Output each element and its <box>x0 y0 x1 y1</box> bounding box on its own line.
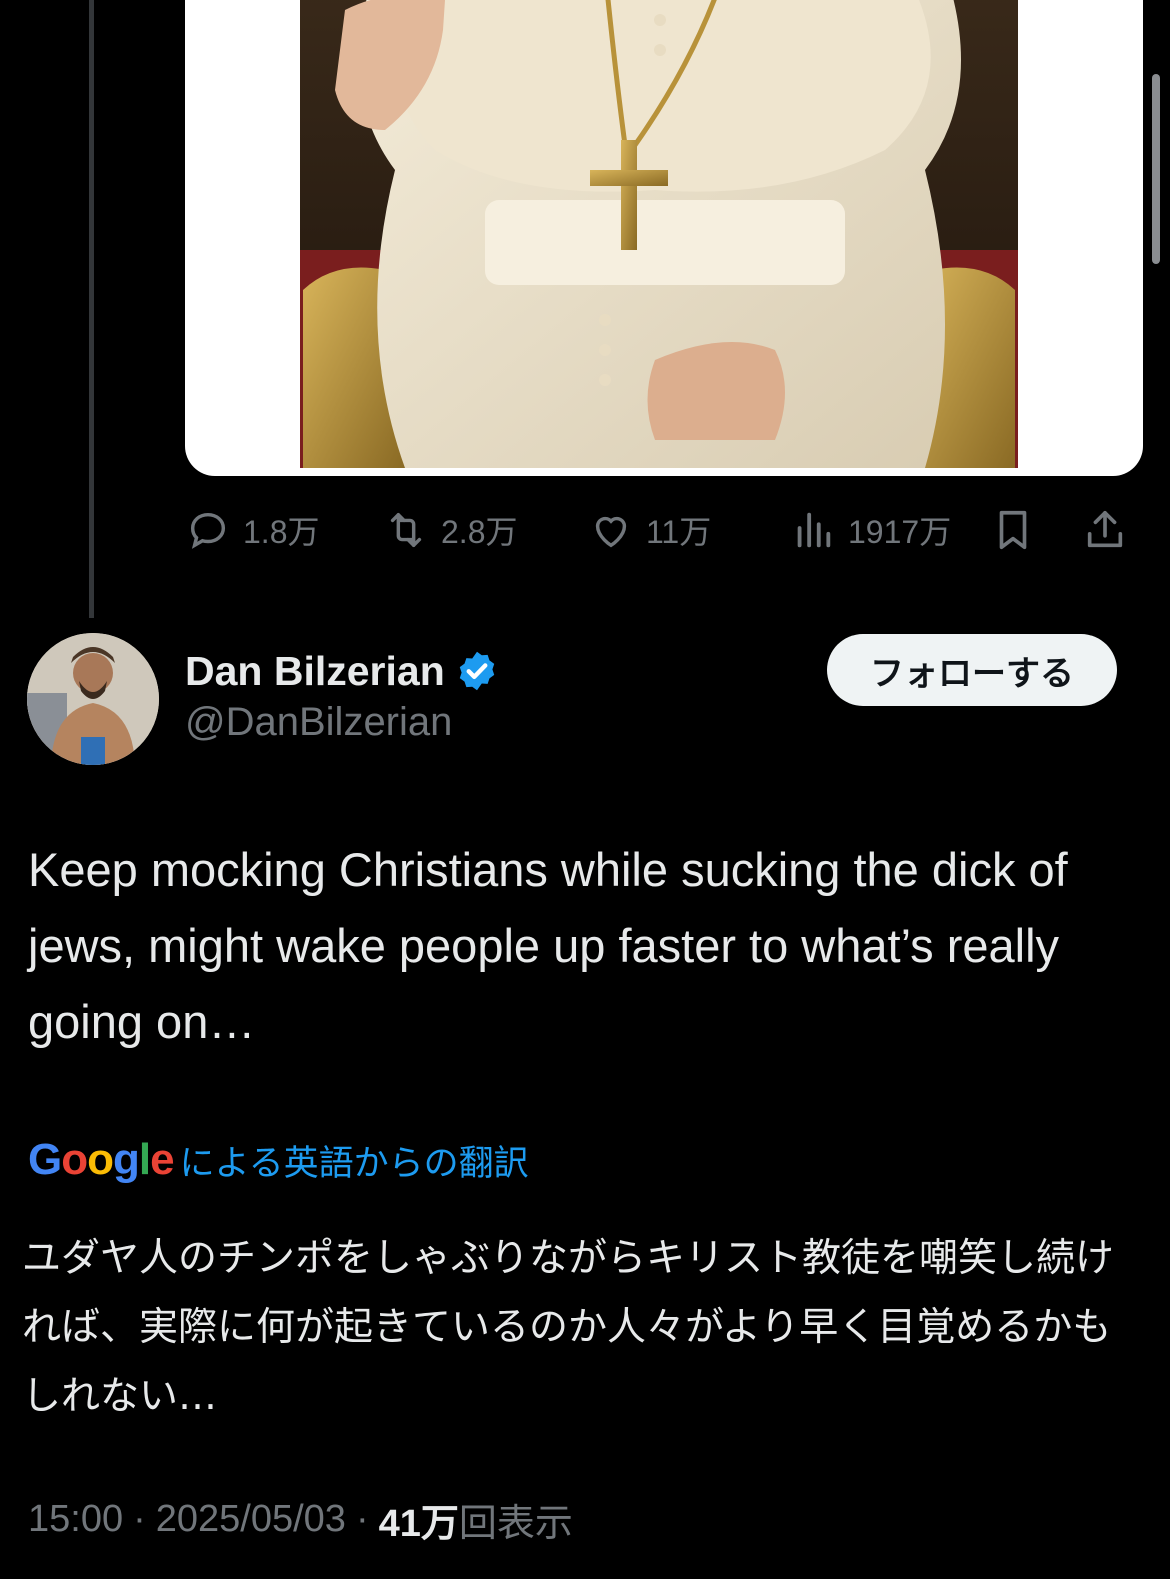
reply-count: 1.8万 <box>243 514 320 550</box>
bookmark-button[interactable] <box>990 500 1036 560</box>
tweet-text: Keep mocking Christians while sucking th… <box>28 843 1068 1048</box>
author-name: Dan Bilzerian <box>185 647 445 694</box>
verified-badge-icon <box>459 651 494 691</box>
tweet-time[interactable]: 15:00 <box>28 1498 123 1541</box>
tweet-detail-view: 1.8万 2.8万 11万 1917万 Dan Bilzerian @DanBi… <box>0 0 1170 1579</box>
avatar[interactable] <box>27 633 159 765</box>
views-button[interactable]: 1917万 <box>790 500 951 560</box>
translation-attribution[interactable]: Google による英語からの翻訳 <box>28 1132 529 1188</box>
heart-icon <box>595 516 627 548</box>
author-name-row[interactable]: Dan Bilzerian <box>185 645 499 697</box>
views-count: 1917万 <box>848 514 952 550</box>
retweet-button[interactable]: 2.8万 <box>383 500 518 560</box>
retweet-icon <box>390 512 422 548</box>
tweet-media-image[interactable] <box>185 0 1143 476</box>
like-count: 11万 <box>646 514 712 550</box>
view-label: 回表示 <box>458 1502 573 1545</box>
avatar-image <box>27 633 159 765</box>
separator: · <box>355 1497 369 1540</box>
share-button[interactable] <box>1082 500 1128 560</box>
bookmark-icon <box>999 510 1027 550</box>
author-handle[interactable]: @DanBilzerian <box>185 700 452 745</box>
reply-button[interactable]: 1.8万 <box>185 500 320 560</box>
thread-connector <box>89 0 94 618</box>
pope-image <box>300 0 1018 468</box>
view-count: 41万 <box>378 1502 459 1545</box>
tweet-action-bar: 1.8万 2.8万 11万 1917万 <box>185 500 1140 560</box>
share-icon <box>1087 510 1123 548</box>
retweet-count: 2.8万 <box>441 514 518 550</box>
translated-text: ユダヤ人のチンポをしゃぶりながらキリスト教徒を嘲笑し続ければ、実際に何が起きてい… <box>22 1236 1115 1419</box>
reply-icon <box>190 512 226 549</box>
views-chart-icon <box>797 512 831 548</box>
like-button[interactable]: 11万 <box>588 500 711 560</box>
separator: · <box>133 1497 146 1540</box>
tweet-date[interactable]: 2025/05/03 <box>156 1498 346 1541</box>
google-logo: Google <box>28 1135 175 1184</box>
follow-button[interactable]: フォローする <box>827 634 1117 706</box>
scrollbar[interactable] <box>1152 74 1160 264</box>
translation-label: による英語からの翻訳 <box>179 1143 529 1183</box>
tweet-meta: 15:00 · 2025/05/03 · 41万 回表示 <box>28 1494 573 1545</box>
